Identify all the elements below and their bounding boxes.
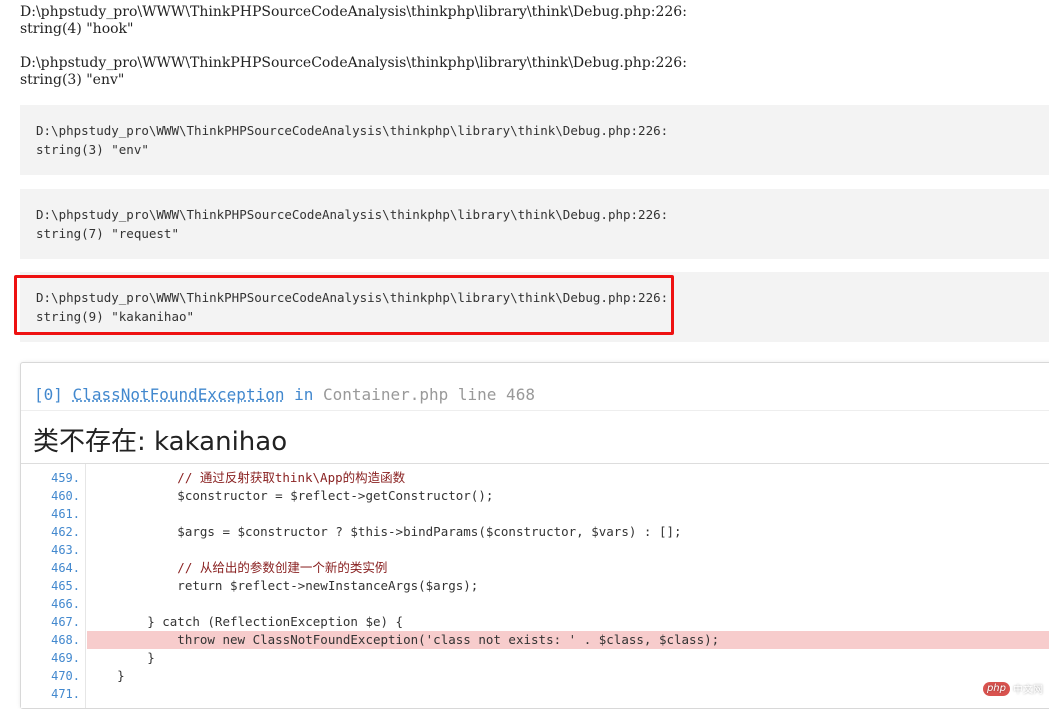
line-number: 471. <box>51 687 80 701</box>
line-number: 468. <box>51 633 80 647</box>
exception-index: [0] <box>34 385 63 404</box>
watermark-text: 中文网 <box>1013 685 1043 696</box>
dump-path: D:\phpstudy_pro\WWW\ThinkPHPSourceCodeAn… <box>36 207 669 222</box>
dump-path: D:\phpstudy_pro\WWW\ThinkPHPSourceCodeAn… <box>36 123 669 138</box>
dump-value: string(7) "request" <box>36 226 179 241</box>
dump-box-2: D:\phpstudy_pro\WWW\ThinkPHPSourceCodeAn… <box>20 189 1049 259</box>
code-line: 462. $args = $constructor ? $this->bindP… <box>21 523 1049 541</box>
exception-class-link[interactable]: ClassNotFoundException <box>73 385 285 404</box>
code-line: 469. } <box>21 649 1049 667</box>
code-text: } <box>87 650 155 665</box>
line-number: 466. <box>51 597 80 611</box>
line-number: 461. <box>51 507 80 521</box>
dump-path: D:\phpstudy_pro\WWW\ThinkPHPSourceCodeAn… <box>20 4 687 20</box>
raw-dump-1: D:\phpstudy_pro\WWW\ThinkPHPSourceCodeAn… <box>20 4 687 38</box>
exception-panel: [0] ClassNotFoundException in Container.… <box>20 362 1049 709</box>
code-text: throw new ClassNotFoundException('class … <box>87 631 1049 649</box>
code-line: 466. <box>21 595 1049 613</box>
exception-line: line 468 <box>457 385 535 404</box>
code-text: } <box>87 668 125 683</box>
exception-file: Container.php <box>323 385 449 404</box>
code-line: 459. // 通过反射获取think\App的构造函数 <box>21 469 1049 487</box>
dump-box-1: D:\phpstudy_pro\WWW\ThinkPHPSourceCodeAn… <box>20 105 1049 175</box>
code-text: // 从给出的参数创建一个新的类实例 <box>87 560 388 575</box>
exception-message: 类不存在: kakanihao <box>33 427 288 457</box>
php-logo-icon: php <box>982 681 1010 696</box>
code-line: 463. <box>21 541 1049 559</box>
code-text: $constructor = $reflect->getConstructor(… <box>87 488 494 503</box>
raw-dump-2: D:\phpstudy_pro\WWW\ThinkPHPSourceCodeAn… <box>20 55 687 89</box>
dump-value: string(3) "env" <box>36 142 149 157</box>
line-number: 462. <box>51 525 80 539</box>
dump-value: string(3) "env" <box>20 72 125 88</box>
line-number: 464. <box>51 561 80 575</box>
line-number: 467. <box>51 615 80 629</box>
code-line: 461. <box>21 505 1049 523</box>
source-code-view[interactable]: 459. // 通过反射获取think\App的构造函数 460. $constr… <box>21 463 1049 708</box>
line-number: 465. <box>51 579 80 593</box>
code-line: 467. } catch (ReflectionException $e) { <box>21 613 1049 631</box>
code-line: 470. } <box>21 667 1049 685</box>
code-lines: 459. // 通过反射获取think\App的构造函数 460. $constr… <box>21 469 1049 703</box>
exception-title: [0] ClassNotFoundException in Container.… <box>34 385 535 404</box>
exception-in-word: in <box>294 385 314 404</box>
line-number: 459. <box>51 471 80 485</box>
watermark: php 中文网 <box>982 681 1043 696</box>
code-line: 464. // 从给出的参数创建一个新的类实例 <box>21 559 1049 577</box>
divider <box>21 410 1049 411</box>
dump-value: string(4) "hook" <box>20 21 134 37</box>
highlight-annotation-frame <box>14 275 674 335</box>
line-number: 463. <box>51 543 80 557</box>
code-text: // 通过反射获取think\App的构造函数 <box>87 470 406 485</box>
code-text: return $reflect->newInstanceArgs($args); <box>87 578 479 593</box>
dump-path: D:\phpstudy_pro\WWW\ThinkPHPSourceCodeAn… <box>20 55 687 71</box>
line-number: 469. <box>51 651 80 665</box>
line-number: 460. <box>51 489 80 503</box>
line-number: 470. <box>51 669 80 683</box>
code-text: } catch (ReflectionException $e) { <box>87 614 404 629</box>
code-line: 460. $constructor = $reflect->getConstru… <box>21 487 1049 505</box>
code-line-error: 468. throw new ClassNotFoundException('c… <box>21 631 1049 649</box>
code-line: 471. <box>21 685 1049 703</box>
code-text: $args = $constructor ? $this->bindParams… <box>87 524 682 539</box>
code-line: 465. return $reflect->newInstanceArgs($a… <box>21 577 1049 595</box>
